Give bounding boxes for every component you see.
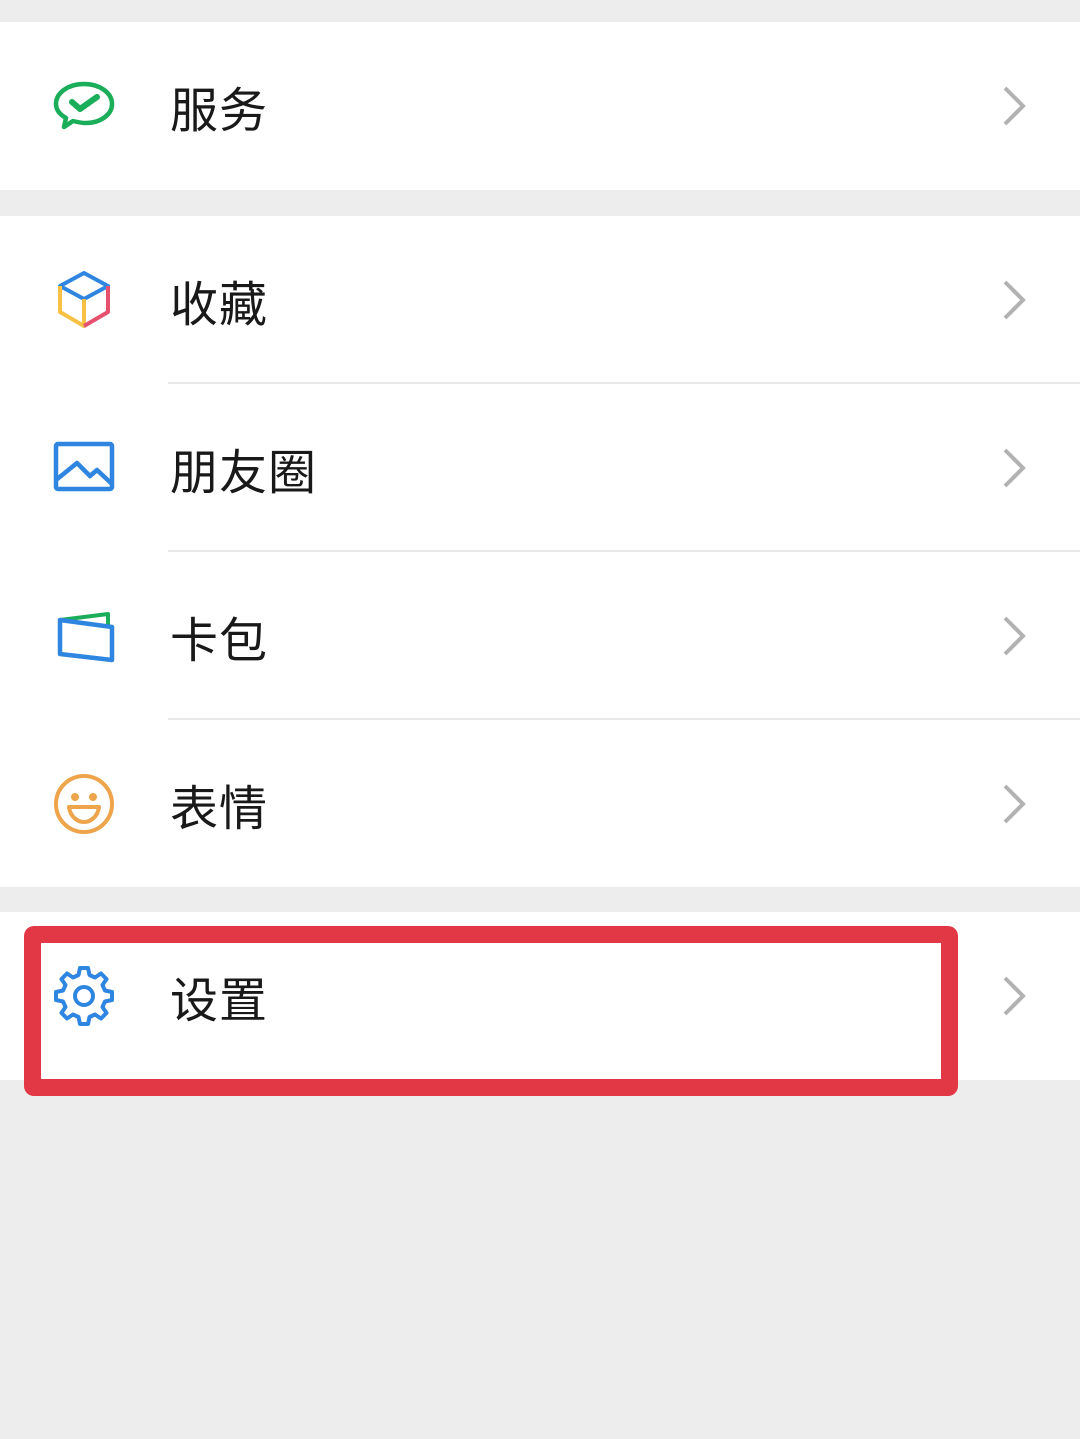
menu-item-label: 收藏 xyxy=(170,277,269,333)
menu-item-label: 朋友圈 xyxy=(170,445,318,501)
menu-item-settings[interactable]: 设置 xyxy=(0,912,1080,1080)
menu-item-label: 表情 xyxy=(170,780,269,837)
menu-item-label: 卡包 xyxy=(170,613,269,669)
menu-item-services[interactable]: 服务 xyxy=(0,22,1080,190)
menu-group-personal: 收藏 朋友圈 卡包 表情 xyxy=(0,216,1080,887)
menu-group-services: 服务 xyxy=(0,22,1080,190)
menu-item-favorites[interactable]: 收藏 xyxy=(0,216,1080,384)
chevron-right-icon xyxy=(1000,84,1028,128)
favorites-cube-icon xyxy=(50,266,118,334)
sticker-smiley-icon xyxy=(50,770,118,838)
menu-item-label: 服务 xyxy=(170,83,269,139)
card-wallet-icon xyxy=(50,602,118,670)
menu-item-label: 设置 xyxy=(170,973,269,1029)
menu-item-card-wallet[interactable]: 卡包 xyxy=(0,552,1080,720)
chevron-right-icon xyxy=(1000,614,1028,658)
menu-item-moments[interactable]: 朋友圈 xyxy=(0,384,1080,552)
moments-image-icon xyxy=(50,434,118,502)
settings-gear-icon xyxy=(50,962,118,1030)
chevron-right-icon xyxy=(1000,446,1028,490)
menu-item-stickers[interactable]: 表情 xyxy=(0,720,1080,887)
chevron-right-icon xyxy=(1000,974,1028,1018)
menu-group-settings: 设置 xyxy=(0,912,1080,1080)
chevron-right-icon xyxy=(1000,278,1028,322)
chevron-right-icon xyxy=(1000,782,1028,826)
wechat-pay-check-icon xyxy=(50,72,118,140)
